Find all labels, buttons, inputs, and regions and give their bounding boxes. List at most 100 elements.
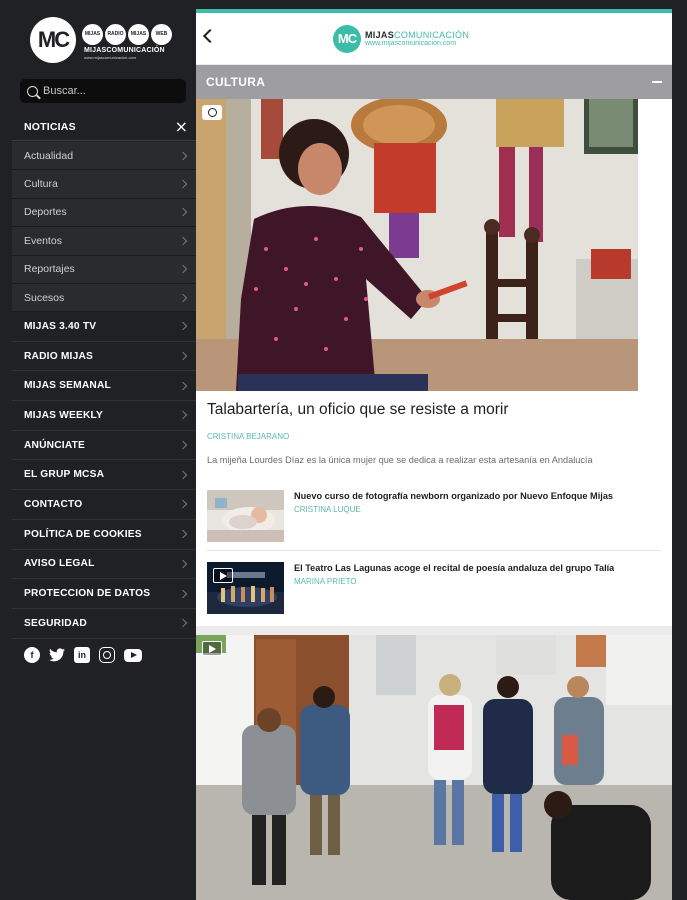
item-title[interactable]: El Teatro Las Lagunas acoge el recital d…	[294, 562, 664, 574]
list-item[interactable]: Nuevo curso de fotografía newborn organi…	[207, 490, 661, 544]
sidebar-logo[interactable]: MC MIJAS 3.40 RADIO MIJAS MIJAS WEB MIJA…	[30, 14, 180, 64]
logo-url-text: www.mijascomunicacion.com	[84, 55, 137, 60]
chevron-right-icon	[178, 151, 188, 160]
chevron-right-icon	[178, 440, 188, 450]
chevron-right-icon	[178, 529, 188, 539]
submenu-item-sucesos[interactable]: Sucesos	[12, 283, 196, 313]
chevron-right-icon	[178, 293, 188, 302]
logo-mark: MC	[30, 17, 76, 63]
submenu-item-eventos[interactable]: Eventos	[12, 227, 196, 256]
header-logo[interactable]: MC MIJASCOMUNICACIÓN www.mijascomunicaci…	[333, 25, 469, 53]
menu-item-contacto[interactable]: CONTACTO	[12, 490, 196, 520]
section-spacer	[196, 626, 672, 635]
sidebar: MC MIJAS 3.40 RADIO MIJAS MIJAS WEB MIJA…	[0, 0, 196, 900]
close-icon[interactable]: ×	[175, 119, 188, 135]
noticias-submenu: Actualidad Cultura Deportes Eventos Repo…	[12, 142, 196, 313]
camera-icon	[202, 105, 222, 120]
menu-item-mijas-semanal[interactable]: MIJAS SEMANAL	[12, 371, 196, 402]
divider	[207, 550, 661, 551]
header-logo-mark: MC	[333, 25, 361, 53]
back-arrow-icon[interactable]	[202, 28, 218, 44]
menu-item-anunciate[interactable]: ANÚNCIATE	[12, 431, 196, 461]
list-item[interactable]: El Teatro Las Lagunas acoge el recital d…	[207, 562, 661, 616]
menu-item-label: POLÍTICA DE COOKIES	[24, 528, 142, 540]
chevron-right-icon	[178, 500, 188, 509]
hero-article-summary: La mijeña Lourdes Díaz es la única mujer…	[207, 455, 593, 465]
menu-item-label: SEGURIDAD	[24, 617, 87, 629]
item-title[interactable]: Nuevo curso de fotografía newborn organi…	[294, 490, 664, 502]
chevron-right-icon	[178, 589, 188, 598]
chevron-right-icon	[178, 208, 188, 217]
menu-item-radio-mijas[interactable]: RADIO MIJAS	[12, 342, 196, 372]
menu-item-label: MIJAS SEMANAL	[24, 380, 111, 392]
section-bar-cultura[interactable]: CULTURA	[196, 65, 672, 99]
menu-item-label: AVISO LEGAL	[24, 558, 95, 570]
menu-item-label: EL GRUP MCSA	[24, 469, 105, 481]
social-links: f in	[24, 647, 142, 663]
submenu-item-label: Actualidad	[24, 149, 74, 162]
chevron-right-icon	[178, 618, 188, 628]
menu-item-aviso-legal[interactable]: AVISO LEGAL	[12, 550, 196, 580]
submenu-item-label: Sucesos	[24, 291, 65, 304]
chevron-right-icon	[178, 236, 188, 246]
video-play-icon	[202, 641, 222, 656]
search-input[interactable]	[43, 85, 173, 97]
logo-circle-radio: RADIO MIJAS	[105, 24, 126, 58]
chevron-right-icon	[178, 470, 188, 480]
collapse-icon[interactable]	[652, 81, 662, 83]
submenu-item-actualidad[interactable]: Actualidad	[12, 142, 196, 171]
facebook-icon[interactable]: f	[24, 647, 40, 663]
header-brand-bold: MIJAS	[365, 30, 395, 40]
submenu-item-cultura[interactable]: Cultura	[12, 170, 196, 199]
item-thumbnail[interactable]	[207, 490, 284, 542]
nav-section-noticias[interactable]: NOTICIAS ×	[12, 114, 196, 141]
menu-item-seguridad[interactable]: SEGURIDAD	[12, 609, 196, 639]
logo-brand-text: MIJASCOMUNICACIÓN	[84, 47, 165, 54]
street-photo	[196, 635, 672, 900]
chevron-right-icon	[178, 265, 188, 274]
logo-circle-tv: MIJAS 3.40	[82, 24, 103, 58]
logo-media-circles: MIJAS 3.40 RADIO MIJAS MIJAS WEB	[82, 24, 172, 58]
menu-item-label: PROTECCION DE DATOS	[24, 588, 151, 600]
submenu-item-deportes[interactable]: Deportes	[12, 198, 196, 228]
chevron-right-icon	[178, 559, 188, 569]
main-menu: MIJAS 3.40 TV RADIO MIJAS MIJAS SEMANAL …	[12, 312, 196, 639]
logo-circle-web: WEB	[151, 24, 172, 45]
menu-item-label: RADIO MIJAS	[24, 350, 93, 362]
submenu-item-reportajes[interactable]: Reportajes	[12, 255, 196, 284]
search-icon	[27, 85, 38, 97]
chevron-right-icon	[178, 411, 188, 420]
hero-article-title[interactable]: Talabartería, un oficio que se resiste a…	[207, 400, 509, 420]
app-header: MC MIJASCOMUNICACIÓN www.mijascomunicaci…	[196, 13, 672, 65]
section-title: CULTURA	[206, 75, 266, 89]
item-thumbnail[interactable]	[207, 562, 284, 614]
second-article-image[interactable]	[196, 635, 672, 900]
hero-photo	[196, 99, 638, 391]
hero-image[interactable]	[196, 99, 638, 391]
chevron-right-icon	[178, 179, 188, 189]
menu-item-label: MIJAS WEEKLY	[24, 409, 104, 421]
chevron-right-icon	[178, 322, 188, 331]
hero-article-author[interactable]: CRISTINA BEJARANO	[207, 432, 289, 441]
search-box[interactable]	[20, 79, 186, 103]
menu-item-el-grup-mcsa[interactable]: EL GRUP MCSA	[12, 460, 196, 491]
submenu-item-label: Reportajes	[24, 263, 75, 276]
linkedin-icon[interactable]: in	[74, 647, 90, 663]
menu-item-mijas-tv[interactable]: MIJAS 3.40 TV	[12, 312, 196, 342]
twitter-icon[interactable]	[49, 647, 65, 663]
chevron-right-icon	[178, 381, 188, 390]
item-author[interactable]: MARINA PRIETO	[294, 577, 357, 586]
youtube-icon[interactable]	[124, 648, 142, 662]
submenu-item-label: Cultura	[24, 178, 58, 191]
header-brand-light: COMUNICACIÓN	[394, 30, 470, 40]
video-play-icon	[213, 568, 233, 583]
chevron-right-icon	[178, 351, 188, 361]
submenu-item-label: Deportes	[24, 206, 67, 219]
menu-item-mijas-weekly[interactable]: MIJAS WEEKLY	[12, 401, 196, 431]
menu-item-proteccion-datos[interactable]: PROTECCION DE DATOS	[12, 579, 196, 609]
submenu-item-label: Eventos	[24, 234, 62, 247]
menu-item-politica-cookies[interactable]: POLÍTICA DE COOKIES	[12, 520, 196, 550]
header-logo-url: www.mijascomunicacion.com	[365, 40, 457, 47]
item-author[interactable]: CRISTINA LUQUE	[294, 505, 361, 514]
instagram-icon[interactable]	[99, 647, 115, 663]
